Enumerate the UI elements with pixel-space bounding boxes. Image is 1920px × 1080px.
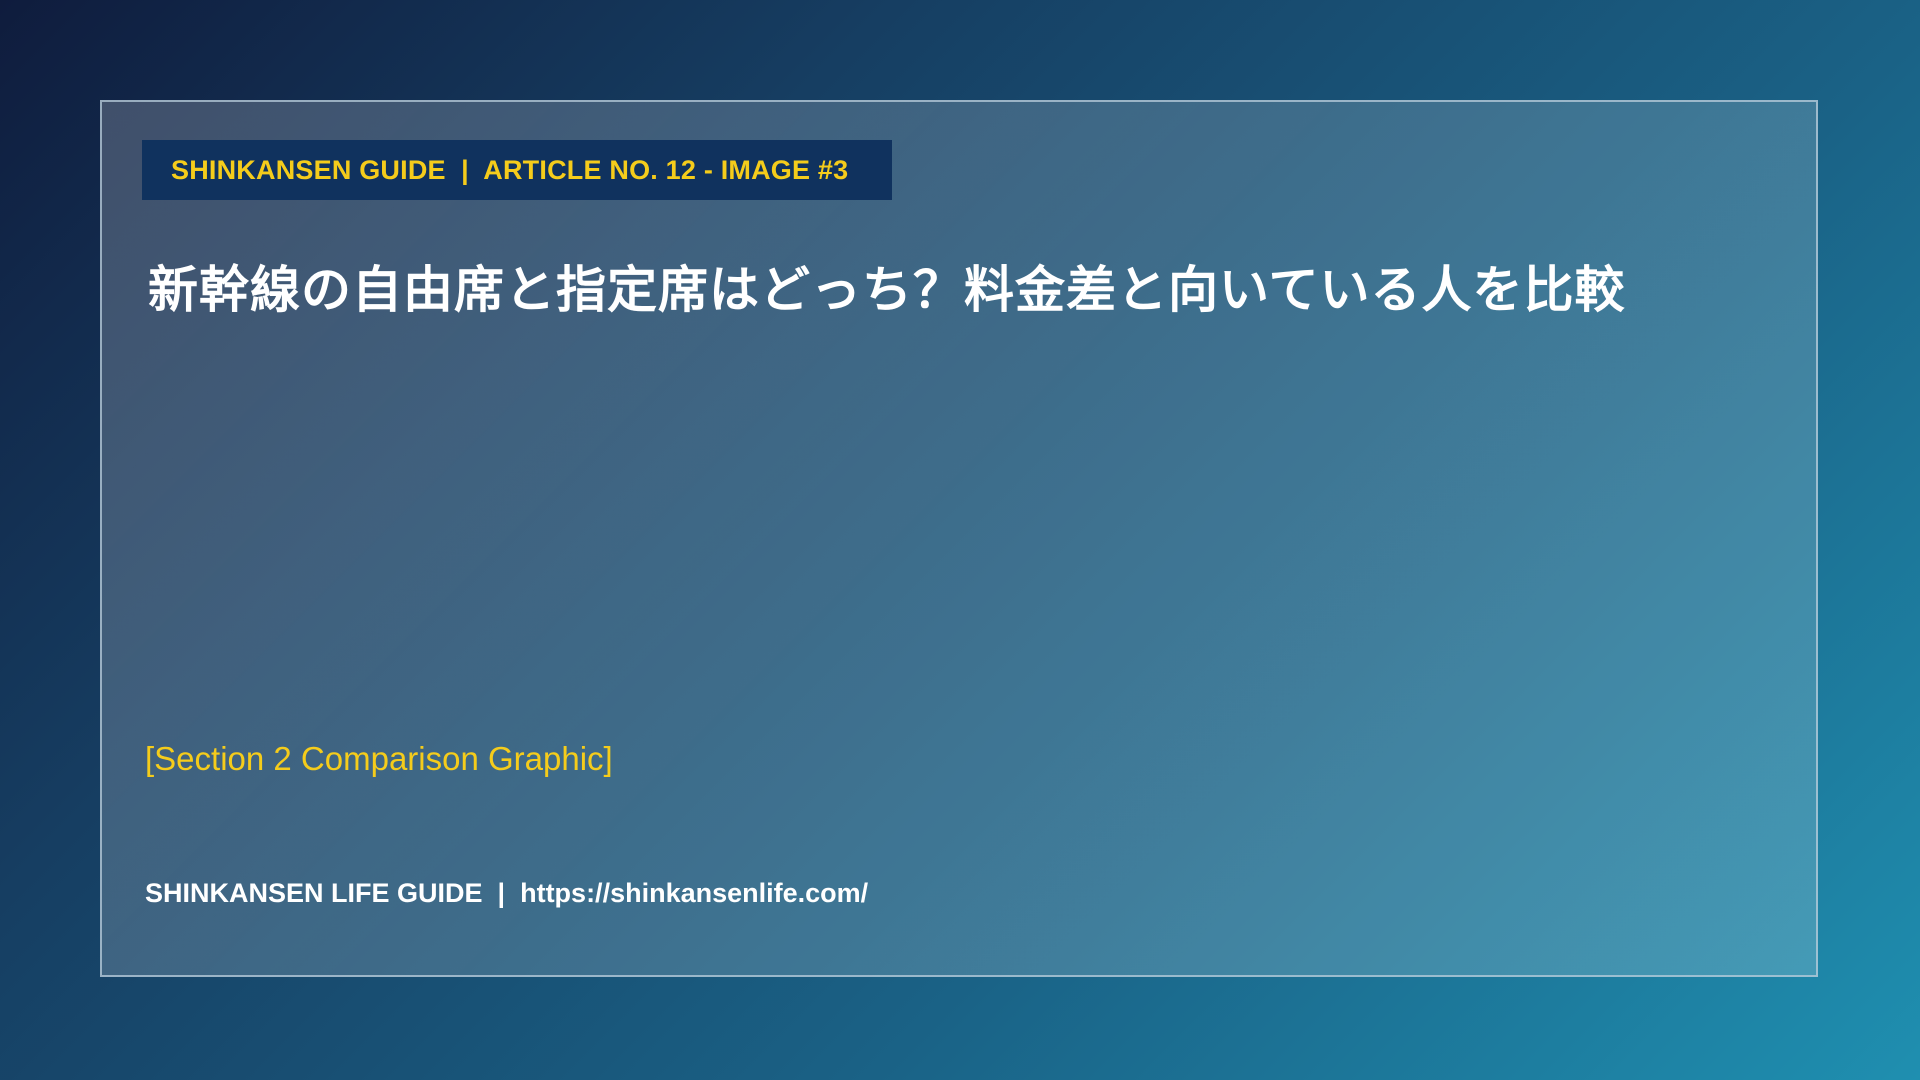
footer-site-credit: SHINKANSEN LIFE GUIDE | https://shinkans… xyxy=(145,878,869,908)
article-badge: SHINKANSEN GUIDE | ARTICLE NO. 12 - IMAG… xyxy=(142,140,892,200)
content-card: SHINKANSEN GUIDE | ARTICLE NO. 12 - IMAG… xyxy=(100,100,1818,977)
graphic-placeholder-label: [Section 2 Comparison Graphic] xyxy=(145,740,613,777)
page-title: 新幹線の自由席と指定席はどっち？料金差と向いている人を比較 xyxy=(148,261,1626,319)
